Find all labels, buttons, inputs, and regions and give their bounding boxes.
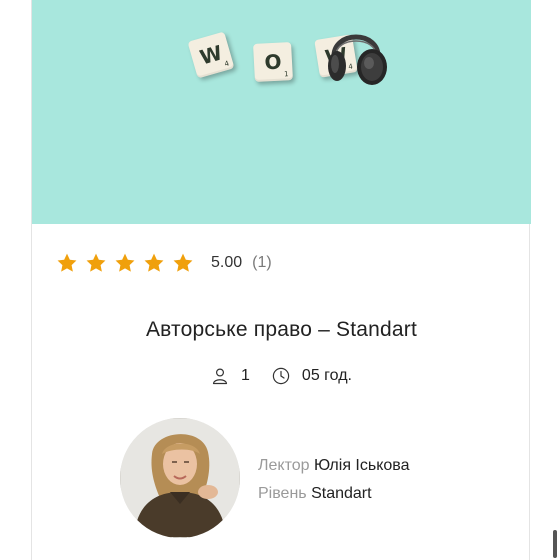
lecturer-name[interactable]: Юлія Іськова [314, 457, 410, 474]
star-icon [143, 252, 165, 274]
person-icon [211, 367, 229, 385]
avatar[interactable] [120, 418, 240, 538]
star-icon [56, 252, 78, 274]
rating-count: (1) [252, 254, 272, 271]
tile-letter: O [263, 49, 283, 75]
star-icon [114, 252, 136, 274]
clock-icon [272, 367, 290, 385]
rating-row: 5.00 (1) [56, 250, 272, 276]
headphones-icon [322, 14, 390, 90]
letter-tile: O 1 [253, 42, 293, 82]
course-duration: 05 год. [301, 367, 352, 384]
tile-points: 1 [283, 70, 289, 79]
tile-points: 4 [223, 59, 231, 69]
scrollbar[interactable] [553, 530, 557, 558]
course-title[interactable]: Авторське право – Standart [32, 318, 531, 342]
level-row: Рівень Standart [258, 480, 410, 508]
level-label: Рівень [258, 485, 307, 502]
course-card[interactable]: W 4 O 1 W 4 5.00 ( [31, 0, 531, 560]
course-meta: 1 05 год. [32, 367, 531, 385]
course-image[interactable]: W 4 O 1 W 4 [32, 0, 531, 224]
level-value: Standart [311, 485, 372, 502]
tile-letter: W [197, 40, 225, 70]
lecturer-label: Лектор [258, 457, 310, 474]
star-icon [172, 252, 194, 274]
rating-value: 5.00 [211, 254, 243, 271]
students-count: 1 [241, 367, 250, 384]
lecturer-row: Лектор Юлія Іськова [258, 452, 410, 480]
letter-tile: W 4 [187, 31, 235, 79]
star-icon [85, 252, 107, 274]
lecturer-info: Лектор Юлія Іськова Рівень Standart [258, 452, 410, 508]
